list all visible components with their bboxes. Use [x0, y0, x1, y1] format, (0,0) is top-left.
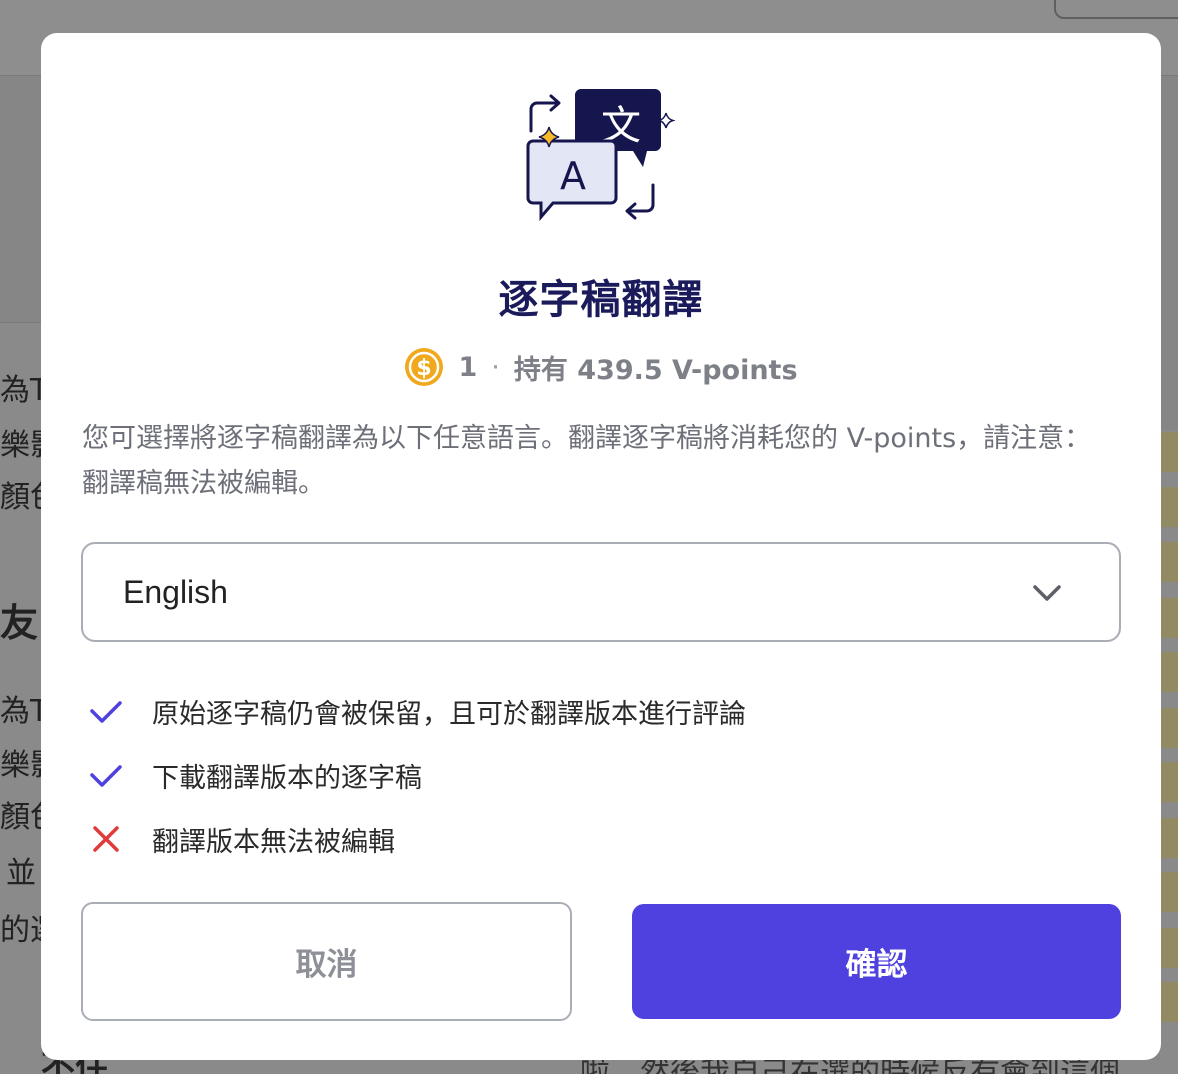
- coin-icon: $: [405, 348, 444, 386]
- confirm-button[interactable]: 確認: [632, 904, 1121, 1019]
- background-text: 樂影: [0, 748, 41, 783]
- background-text: 為TC: [0, 694, 41, 729]
- background-highlight: [1160, 708, 1178, 748]
- background-text: 顏色: [0, 800, 41, 835]
- chevron-down-icon: [1033, 585, 1061, 601]
- feature-item: 下載翻譯版本的逐字稿: [89, 743, 1089, 807]
- translate-transcript-dialog: 文 A 逐字稿翻譯 $ 1 · 持有 439.5 V-points 您可選擇將逐…: [41, 33, 1161, 1060]
- background-highlight: [1160, 762, 1178, 802]
- cross-icon: [93, 826, 119, 852]
- background-highlight: [1160, 818, 1178, 858]
- feature-text: 翻譯版本無法被編輯: [152, 826, 395, 858]
- background-text: 為TC: [0, 373, 41, 408]
- cost-info: $ 1 · 持有 439.5 V-points: [41, 347, 1161, 387]
- background-text: 顏色: [0, 480, 41, 515]
- background-text: 友: [0, 601, 39, 645]
- background-text: 樂影: [0, 428, 41, 463]
- svg-text:$: $: [417, 356, 432, 381]
- dialog-description: 您可選擇將逐字稿翻譯為以下任意語言。翻譯逐字稿將消耗您的 V-points，請注…: [82, 423, 1092, 499]
- separator: ·: [491, 351, 500, 383]
- language-select[interactable]: English: [81, 542, 1121, 642]
- cost-amount: 1: [458, 351, 478, 383]
- feature-list: 原始逐字稿仍會被保留，且可於翻譯版本進行評論 下載翻譯版本的逐字稿 翻譯版本無法…: [89, 679, 1089, 871]
- background-header-button: [1054, 0, 1178, 19]
- feature-text: 下載翻譯版本的逐字稿: [152, 762, 422, 794]
- language-select-value: English: [123, 573, 228, 610]
- background-highlight: [1160, 872, 1178, 912]
- background-highlight: [1160, 542, 1178, 582]
- background-highlight: [1160, 982, 1178, 1022]
- background-highlight: [1160, 598, 1178, 638]
- background-highlight: [1160, 487, 1178, 527]
- background-highlight: [1160, 928, 1178, 968]
- background-highlight: [1160, 432, 1178, 472]
- cancel-button[interactable]: 取消: [81, 902, 572, 1021]
- feature-item: 原始逐字稿仍會被保留，且可於翻譯版本進行評論: [89, 679, 1089, 743]
- feature-item: 翻譯版本無法被編輯: [89, 807, 1089, 871]
- points-balance: 持有 439.5 V-points: [513, 354, 798, 386]
- check-icon: [90, 765, 122, 787]
- feature-text: 原始逐字稿仍會被保留，且可於翻譯版本進行評論: [152, 698, 746, 730]
- translate-icon: 文 A: [526, 89, 675, 222]
- background-text: 的選: [0, 913, 41, 948]
- svg-text:A: A: [560, 154, 586, 198]
- check-icon: [90, 701, 122, 723]
- dialog-title: 逐字稿翻譯: [498, 277, 704, 323]
- background-highlight: [1160, 652, 1178, 692]
